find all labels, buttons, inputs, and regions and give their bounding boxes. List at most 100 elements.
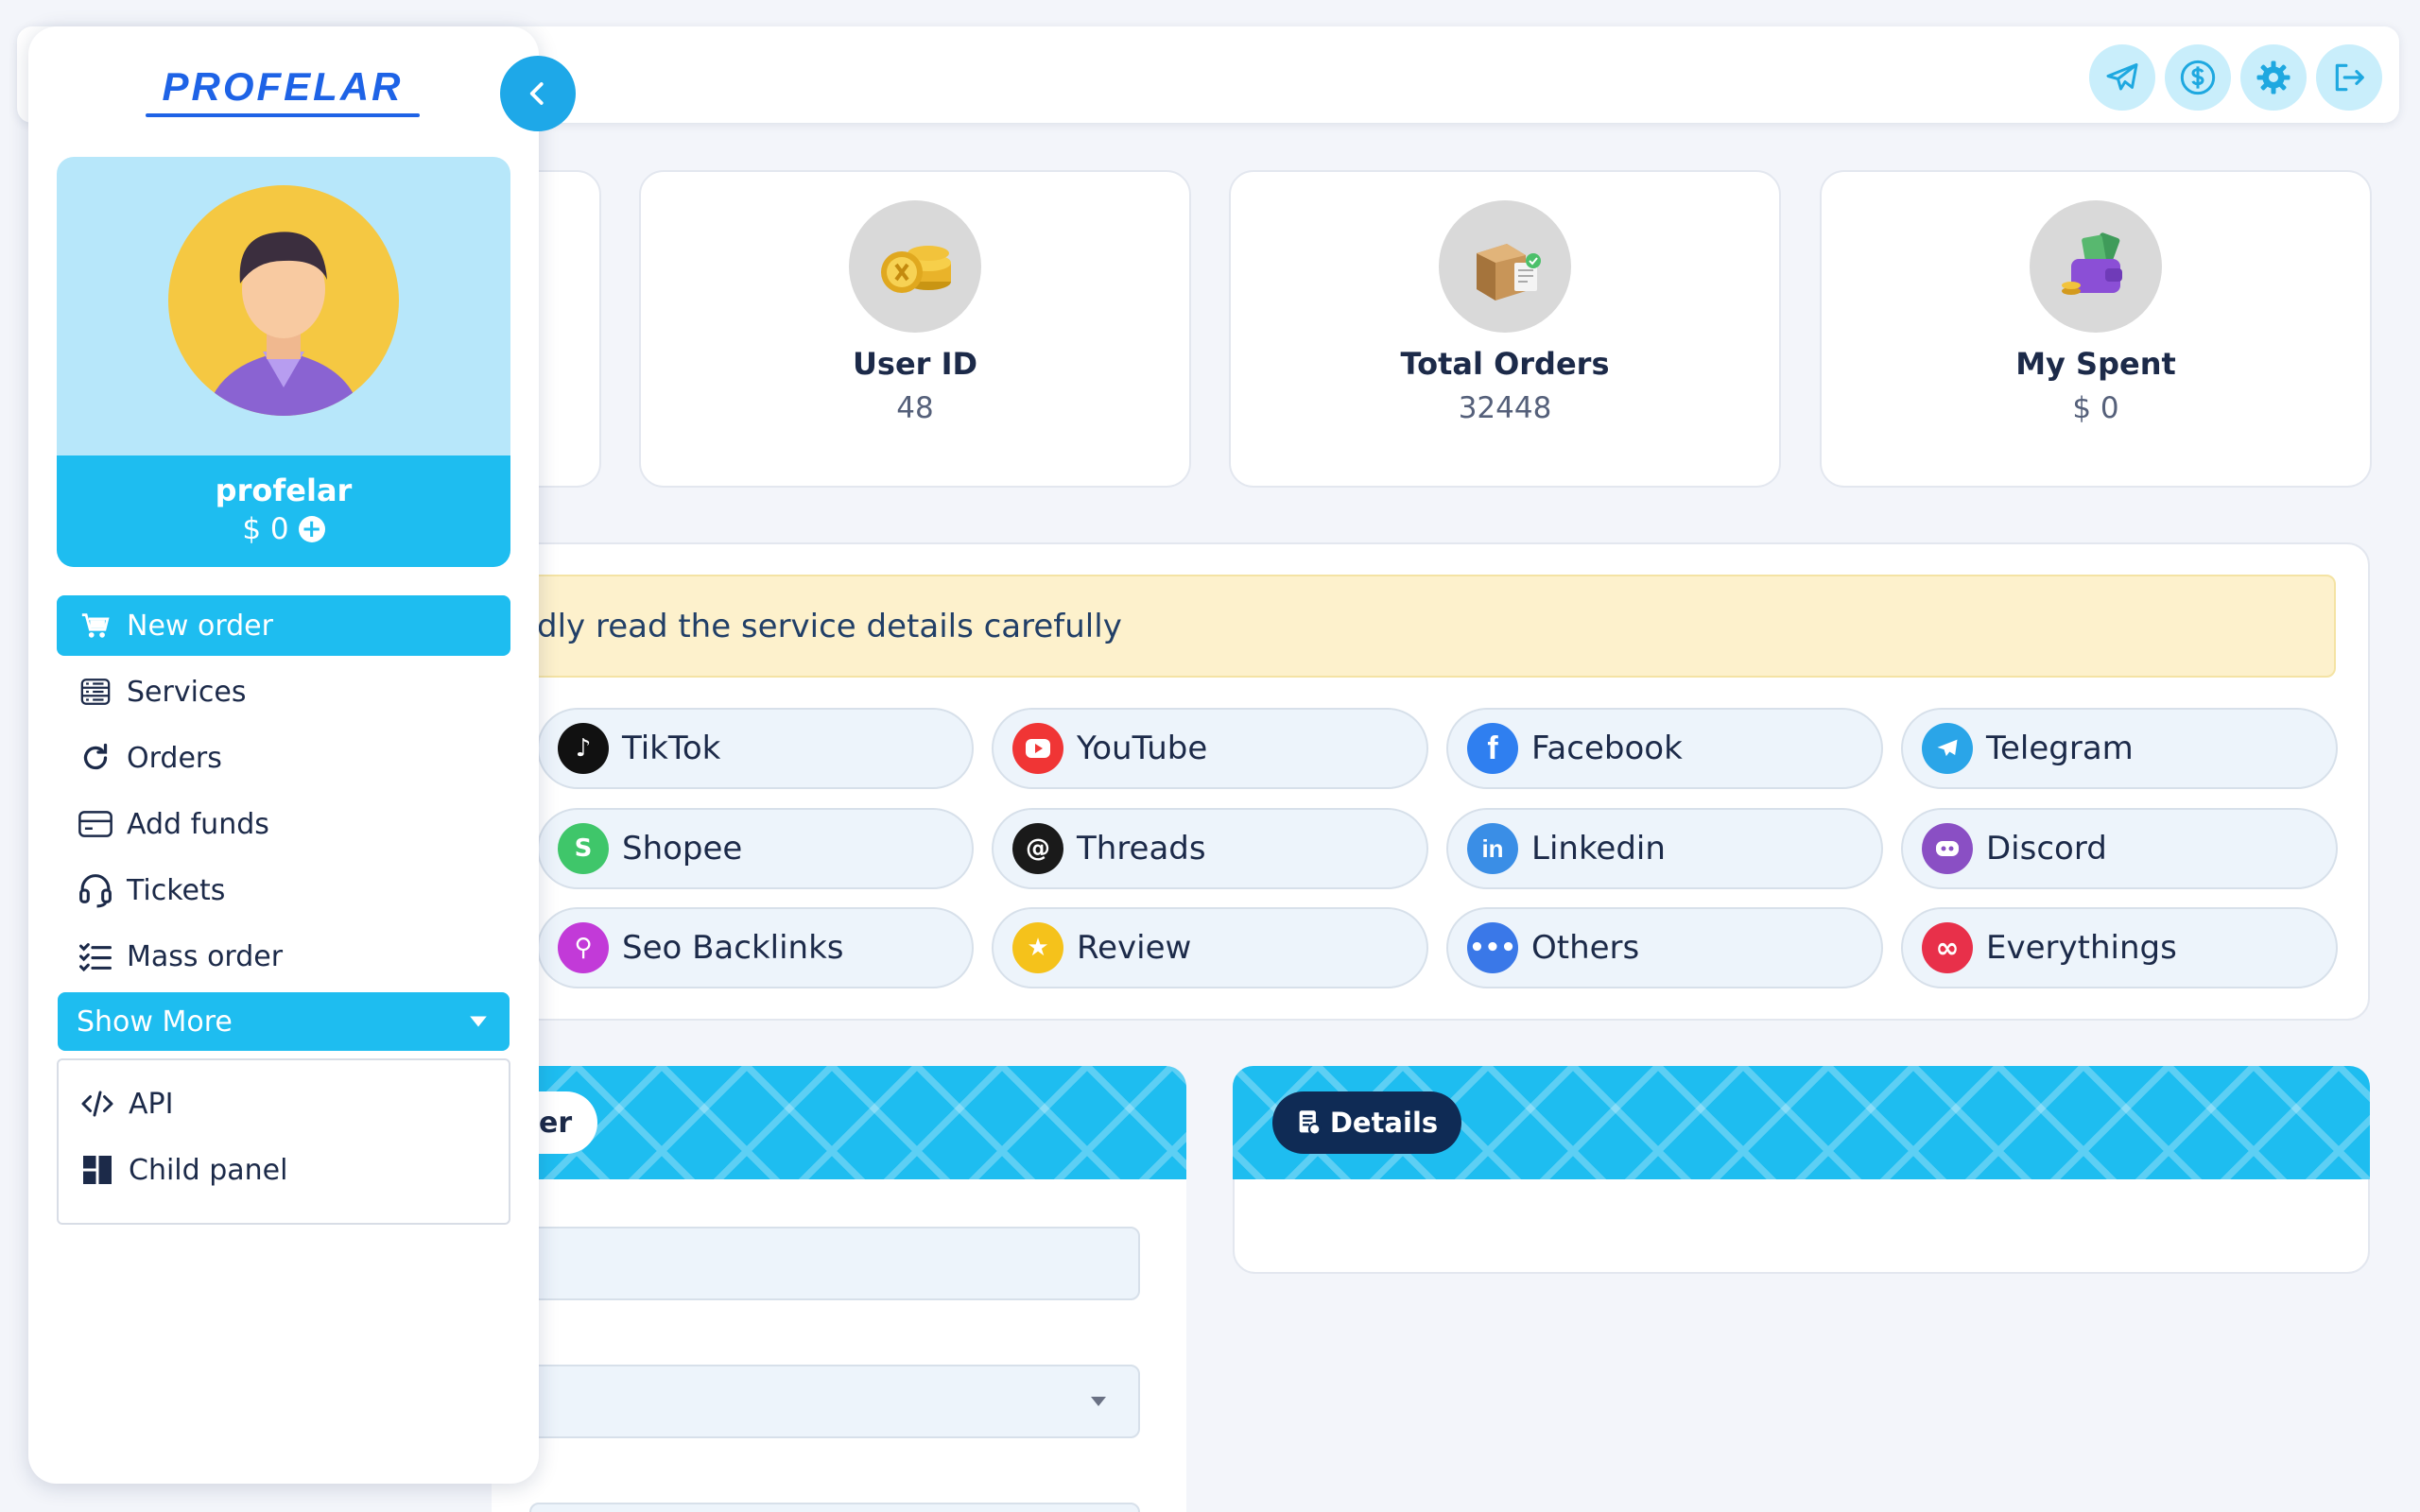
- platform-label: Others: [1531, 929, 1640, 967]
- platform-tiktok[interactable]: ♪ TikTok: [537, 708, 974, 789]
- platform-shopee[interactable]: S Shopee: [537, 808, 974, 889]
- gear-icon[interactable]: [2240, 44, 2307, 111]
- platform-label: Linkedin: [1531, 830, 1666, 868]
- platform-label: Shopee: [622, 830, 743, 868]
- platform-review[interactable]: ★ Review: [992, 907, 1428, 988]
- youtube-icon: [1012, 723, 1063, 774]
- panel-grid-icon: [78, 1150, 117, 1190]
- cart-icon: [76, 606, 115, 645]
- username: profelar: [215, 472, 353, 508]
- stat-value: $ 0: [2072, 391, 2119, 425]
- balance-value: $ 0: [242, 512, 289, 546]
- profile-footer: profelar $ 0 +: [57, 455, 510, 567]
- dollar-circle-icon[interactable]: [2165, 44, 2231, 111]
- credit-card-icon: [76, 804, 115, 844]
- show-more-label: Show More: [77, 1005, 233, 1039]
- menu-label: Tickets: [127, 873, 226, 907]
- stat-value: 32448: [1458, 391, 1552, 425]
- platform-label: Everythings: [1986, 929, 2177, 967]
- show-more-toggle[interactable]: Show More: [58, 992, 510, 1051]
- stat-label: My Spent: [2015, 346, 2176, 382]
- menu-item-api[interactable]: API: [59, 1074, 509, 1134]
- profile-card: profelar $ 0 +: [57, 157, 510, 567]
- menu-item-new-order[interactable]: New order: [57, 595, 510, 656]
- facebook-icon: f: [1467, 723, 1518, 774]
- infinity-icon: ∞: [1922, 922, 1973, 973]
- seo-icon: ⚲: [558, 922, 609, 973]
- details-button[interactable]: Details: [1272, 1091, 1461, 1154]
- platform-everythings[interactable]: ∞ Everythings: [1901, 907, 2338, 988]
- stat-value: 48: [896, 391, 934, 425]
- platform-label: Discord: [1986, 830, 2107, 868]
- sidebar: PROFELAR profelar $ 0 + New order Servic…: [28, 26, 539, 1484]
- platform-youtube[interactable]: YouTube: [992, 708, 1428, 789]
- menu-label: New order: [127, 609, 273, 643]
- menu-item-mass-order[interactable]: Mass order: [57, 926, 510, 987]
- shopee-icon: S: [558, 823, 609, 874]
- platform-others[interactable]: ••• Others: [1446, 907, 1883, 988]
- refresh-icon: [76, 738, 115, 778]
- brand-logo[interactable]: PROFELAR: [146, 62, 420, 112]
- platform-discord[interactable]: Discord: [1901, 808, 2338, 889]
- chevron-left-icon: [529, 82, 544, 105]
- stat-label: Total Orders: [1400, 346, 1610, 382]
- balance-row: $ 0 +: [57, 512, 510, 546]
- menu-item-services[interactable]: Services: [57, 662, 510, 722]
- menu-item-tickets[interactable]: Tickets: [57, 860, 510, 920]
- coins-icon: [849, 200, 981, 333]
- menu-label: Orders: [127, 741, 222, 775]
- telegram-icon: [1922, 723, 1973, 774]
- platform-label: Review: [1077, 929, 1192, 967]
- platform-linkedin[interactable]: in Linkedin: [1446, 808, 1883, 889]
- logo-underline: [146, 113, 420, 117]
- platform-seo-backlinks[interactable]: ⚲ Seo Backlinks: [537, 907, 974, 988]
- wallet-icon: [2030, 200, 2162, 333]
- show-more-dropdown: API Child panel: [57, 1058, 510, 1225]
- stat-label: User ID: [852, 346, 978, 382]
- menu-label: Add funds: [127, 807, 269, 841]
- stat-card-my-spent: My Spent $ 0: [1820, 170, 2372, 488]
- chevron-down-icon: [1091, 1397, 1106, 1406]
- menu-item-orders[interactable]: Orders: [57, 728, 510, 788]
- code-icon: [78, 1084, 117, 1124]
- headset-icon: [76, 870, 115, 910]
- menu-label: Child panel: [129, 1153, 288, 1187]
- platform-label: Telegram: [1986, 730, 2134, 767]
- telegram-icon[interactable]: [2089, 44, 2155, 111]
- menu-label: API: [129, 1087, 174, 1121]
- menu-item-add-funds[interactable]: Add funds: [57, 794, 510, 854]
- dots-icon: •••: [1467, 922, 1518, 973]
- platform-threads[interactable]: @ Threads: [992, 808, 1428, 889]
- linkedin-icon: in: [1467, 823, 1518, 874]
- platform-label: TikTok: [622, 730, 721, 767]
- details-label: Details: [1329, 1107, 1439, 1139]
- caret-down-icon: [470, 1016, 487, 1027]
- stat-card-user-id: User ID 48: [639, 170, 1191, 488]
- notice-banner: dly read the service details carefully: [510, 575, 2336, 678]
- logout-icon[interactable]: [2316, 44, 2382, 111]
- tiktok-icon: ♪: [558, 723, 609, 774]
- discord-icon: [1922, 823, 1973, 874]
- server-list-icon: [76, 672, 115, 712]
- tab-label: er: [539, 1106, 573, 1140]
- platform-label: Seo Backlinks: [622, 929, 844, 967]
- threads-icon: @: [1012, 823, 1063, 874]
- menu-item-child-panel[interactable]: Child panel: [59, 1140, 509, 1200]
- stat-card-total-orders: Total Orders 32448: [1229, 170, 1781, 488]
- checklist-icon: [76, 936, 115, 976]
- boxes-icon: [1439, 200, 1571, 333]
- service-select[interactable]: [529, 1503, 1140, 1512]
- platform-label: Threads: [1077, 830, 1206, 868]
- avatar: [168, 185, 399, 416]
- review-icon: ★: [1012, 922, 1063, 973]
- platform-label: YouTube: [1077, 730, 1208, 767]
- menu-label: Mass order: [127, 939, 284, 973]
- add-funds-plus-icon[interactable]: +: [298, 516, 325, 542]
- search-field[interactable]: [529, 1227, 1140, 1300]
- platform-label: Facebook: [1531, 730, 1683, 767]
- menu-label: Services: [127, 675, 247, 709]
- platform-telegram[interactable]: Telegram: [1901, 708, 2338, 789]
- category-select[interactable]: [529, 1365, 1140, 1438]
- collapse-sidebar-button[interactable]: [500, 56, 576, 131]
- platform-facebook[interactable]: f Facebook: [1446, 708, 1883, 789]
